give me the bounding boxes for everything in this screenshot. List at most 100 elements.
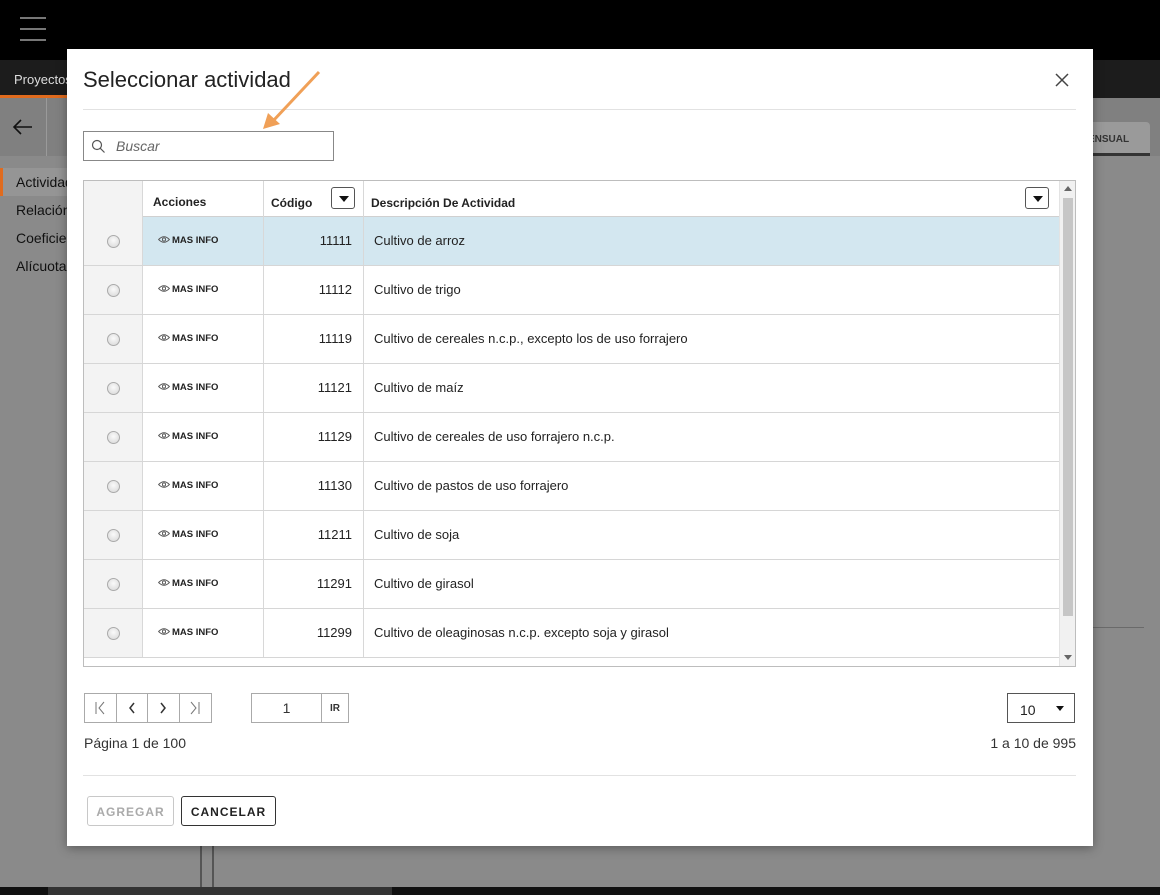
mas-info-link[interactable]: MAS INFO (157, 627, 219, 638)
scroll-up-icon[interactable] (1064, 186, 1072, 191)
header-divider (46, 98, 47, 156)
row-radio[interactable] (107, 627, 120, 640)
row-description: Cultivo de cereales de uso forrajero n.c… (374, 429, 615, 444)
row-select-cell (84, 364, 143, 412)
eye-icon (157, 530, 171, 537)
bottom-bar-segment (48, 887, 392, 895)
background-divider (1092, 627, 1144, 628)
row-radio[interactable] (107, 480, 120, 493)
mas-info-label: MAS INFO (172, 578, 219, 589)
row-code: 11119 (264, 315, 364, 363)
first-page-button[interactable] (85, 694, 117, 722)
row-select-cell (84, 266, 143, 314)
mas-info-link[interactable]: MAS INFO (157, 284, 218, 295)
row-radio[interactable] (107, 578, 120, 591)
table-row[interactable]: MAS INFO 11112 Cultivo de trigo (84, 266, 1059, 315)
mas-info-link[interactable]: MAS INFO (157, 235, 218, 246)
header-descripcion-label: Descripción De Actividad (371, 196, 516, 210)
page-size-select[interactable]: 10 (1007, 693, 1075, 723)
search-field[interactable] (83, 131, 334, 161)
mas-info-link[interactable]: MAS INFO (157, 431, 218, 442)
title-divider (83, 109, 1076, 110)
nav-item-alicuotas[interactable]: Alícuotas (0, 252, 68, 280)
next-page-button[interactable] (148, 694, 180, 722)
row-select-cell (84, 560, 143, 608)
mas-info-label: MAS INFO (172, 627, 219, 638)
mas-info-link[interactable]: MAS INFO (157, 382, 218, 393)
row-description: Cultivo de pastos de uso forrajero (374, 478, 569, 493)
page-size-value: 10 (1020, 702, 1036, 718)
mas-info-label: MAS INFO (172, 333, 219, 344)
table-row[interactable]: MAS INFO 11111 Cultivo de arroz (84, 217, 1059, 266)
eye-icon (157, 481, 171, 488)
previous-page-button[interactable] (117, 694, 148, 722)
row-radio[interactable] (107, 382, 120, 395)
row-actions-cell: MAS INFO (143, 462, 264, 510)
mas-info-link[interactable]: MAS INFO (157, 333, 219, 344)
row-radio[interactable] (107, 235, 120, 248)
row-radio[interactable] (107, 284, 120, 297)
last-page-button[interactable] (180, 694, 211, 722)
row-actions-cell: MAS INFO (143, 413, 264, 461)
pager-controls (84, 693, 212, 723)
row-actions-cell: MAS INFO (143, 511, 264, 559)
mas-info-link[interactable]: MAS INFO (157, 578, 219, 589)
back-arrow-icon[interactable] (10, 114, 36, 140)
nav-item-actividades[interactable]: Actividades (0, 168, 68, 196)
table-row[interactable]: MAS INFO 11299 Cultivo de oleaginosas n.c.… (84, 609, 1059, 658)
row-radio[interactable] (107, 431, 120, 444)
row-description: Cultivo de oleaginosas n.c.p. excepto so… (374, 625, 669, 640)
last-page-icon (190, 701, 200, 715)
table-row[interactable]: MAS INFO 11121 Cultivo de maíz (84, 364, 1059, 413)
grid-scrollbar[interactable] (1059, 181, 1075, 666)
row-code: 11299 (264, 609, 364, 657)
tab-proyectos[interactable]: Proyectos (0, 60, 70, 98)
nav-item-relacion[interactable]: Relación (0, 196, 68, 224)
activity-grid: Acciones Código Descripción De Actividad… (83, 180, 1076, 667)
scroll-thumb[interactable] (1063, 198, 1073, 616)
header-select-column (84, 181, 143, 217)
row-radio[interactable] (107, 529, 120, 542)
cancel-button[interactable]: CANCELAR (181, 796, 276, 826)
add-button[interactable]: AGREGAR (87, 796, 174, 826)
row-code: 11130 (264, 462, 364, 510)
page-number-input[interactable] (251, 693, 322, 723)
table-row[interactable]: MAS INFO 11291 Cultivo de girasol (84, 560, 1059, 609)
eye-icon (157, 285, 171, 292)
range-info: 1 a 10 de 995 (990, 735, 1076, 751)
table-row[interactable]: MAS INFO 11211 Cultivo de soja (84, 511, 1059, 560)
select-activity-dialog: Seleccionar actividad Acciones Código De… (67, 49, 1093, 846)
row-actions-cell: MAS INFO (143, 266, 264, 314)
row-description: Cultivo de girasol (374, 576, 474, 591)
grid-header: Acciones Código Descripción De Actividad (84, 181, 1059, 217)
row-select-cell (84, 511, 143, 559)
chevron-right-icon (160, 702, 167, 714)
row-description: Cultivo de soja (374, 527, 460, 542)
eye-icon (157, 628, 171, 635)
table-row[interactable]: MAS INFO 11119 Cultivo de cereales n.c.p.,… (84, 315, 1059, 364)
go-page-button[interactable]: IR (321, 693, 349, 723)
codigo-sort-dropdown-icon[interactable] (331, 187, 355, 209)
row-code: 11129 (264, 413, 364, 461)
table-row[interactable]: MAS INFO 11130 Cultivo de pastos de uso fo… (84, 462, 1059, 511)
hamburger-menu-icon[interactable] (20, 17, 46, 41)
background-line (200, 846, 202, 887)
row-actions-cell: MAS INFO (143, 609, 264, 657)
mas-info-link[interactable]: MAS INFO (157, 529, 219, 540)
close-icon[interactable] (1051, 69, 1073, 91)
header-descripcion: Descripción De Actividad (364, 181, 1059, 217)
row-actions-cell: MAS INFO (143, 315, 264, 363)
left-nav: Actividades Relación Coeficientes Alícuo… (0, 168, 68, 280)
mas-info-label: MAS INFO (172, 529, 219, 540)
header-codigo-label: Código (271, 196, 313, 210)
descripcion-sort-dropdown-icon[interactable] (1025, 187, 1049, 209)
scroll-down-icon[interactable] (1064, 655, 1072, 660)
eye-icon (157, 334, 171, 341)
mas-info-link[interactable]: MAS INFO (157, 480, 218, 491)
row-description: Cultivo de maíz (374, 380, 464, 395)
table-row[interactable]: MAS INFO 11129 Cultivo de cereales de uso … (84, 413, 1059, 462)
row-code: 11111 (264, 217, 364, 265)
nav-item-coeficientes[interactable]: Coeficientes (0, 224, 68, 252)
search-input[interactable] (114, 135, 329, 157)
row-radio[interactable] (107, 333, 120, 346)
